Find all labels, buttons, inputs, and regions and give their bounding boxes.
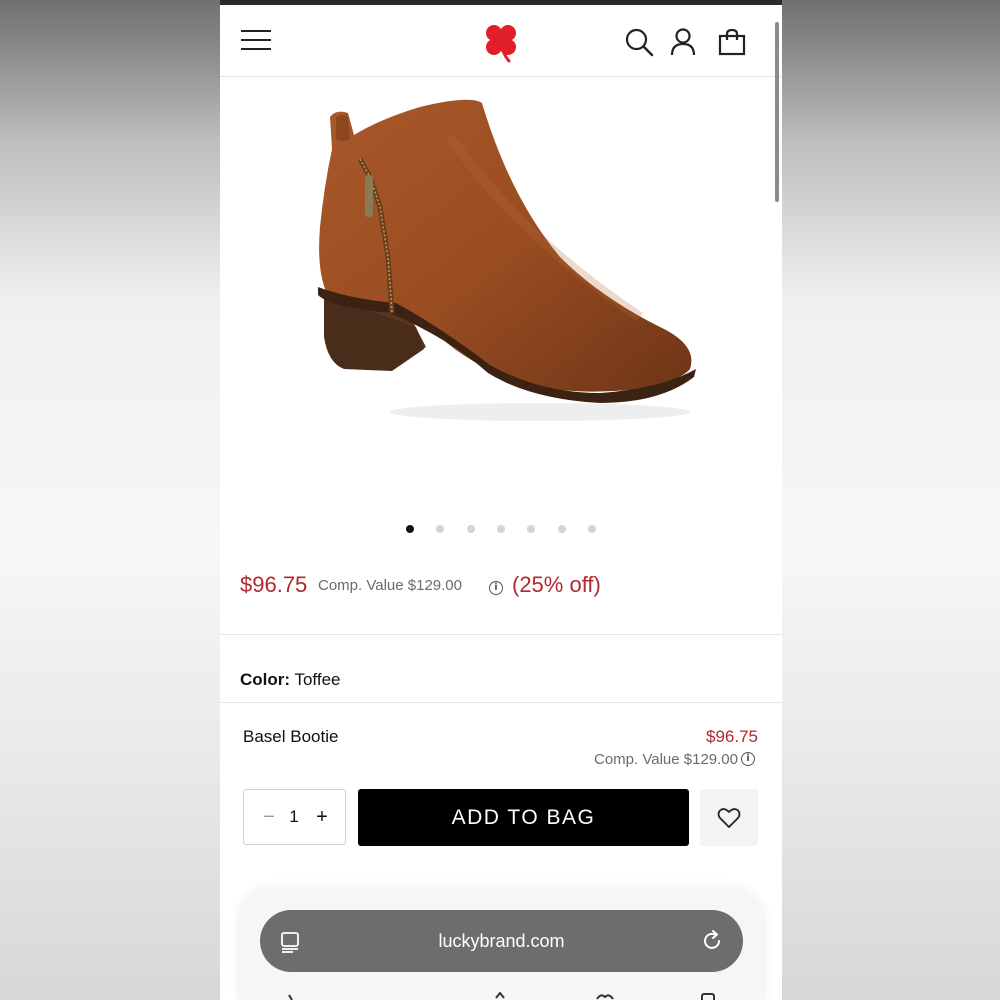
product-name: Basel Bootie <box>243 727 339 746</box>
tabs-icon[interactable] <box>698 992 718 1000</box>
sale-price: $96.75 <box>240 572 308 597</box>
quantity-stepper: − 1 + <box>243 789 346 845</box>
add-to-bag-button[interactable]: ADD TO BAG <box>358 789 689 846</box>
clover-logo-icon[interactable] <box>479 20 523 64</box>
divider <box>220 634 782 635</box>
color-label: Color: <box>240 670 291 689</box>
reader-mode-icon[interactable] <box>279 930 303 954</box>
bookmarks-icon[interactable] <box>595 992 615 1000</box>
url-text[interactable]: luckybrand.com <box>260 910 743 972</box>
quantity-value[interactable]: 1 <box>284 805 304 829</box>
line-item-comp-value: Comp. Value $129.00 <box>594 751 738 768</box>
increase-quantity-button[interactable]: + <box>310 803 334 831</box>
carousel-dot[interactable] <box>558 525 566 533</box>
carousel-dot[interactable] <box>467 525 475 533</box>
search-icon[interactable] <box>624 27 654 57</box>
shopping-bag-icon[interactable] <box>717 27 747 57</box>
carousel-dot[interactable] <box>497 525 505 533</box>
decrease-quantity-button[interactable]: − <box>257 803 281 831</box>
info-icon[interactable]: i <box>489 581 503 595</box>
color-selection: Color: Toffee <box>240 670 340 690</box>
color-value: Toffee <box>294 670 341 689</box>
comp-value: Comp. Value $129.00 <box>318 577 462 594</box>
wishlist-button[interactable] <box>700 789 758 846</box>
discount-percent: (25% off) <box>512 572 601 597</box>
site-header <box>220 5 782 77</box>
carousel-dot[interactable] <box>406 525 414 533</box>
carousel-dot[interactable] <box>527 525 535 533</box>
phone-screen: $96.75 Comp. Value $129.00 i (25% off) C… <box>220 0 782 1000</box>
address-bar[interactable]: luckybrand.com <box>260 910 743 972</box>
heart-icon <box>717 808 741 828</box>
share-icon[interactable] <box>490 992 510 1000</box>
carousel-dot[interactable] <box>436 525 444 533</box>
reload-icon[interactable] <box>700 929 724 953</box>
user-icon[interactable] <box>668 27 698 57</box>
divider <box>220 702 782 703</box>
back-icon[interactable] <box>280 992 300 1000</box>
info-icon[interactable]: i <box>741 752 755 766</box>
carousel-dot[interactable] <box>588 525 596 533</box>
line-item-price: $96.75 <box>706 727 758 746</box>
boot-image[interactable] <box>220 77 782 517</box>
hamburger-menu-icon[interactable] <box>241 30 271 52</box>
